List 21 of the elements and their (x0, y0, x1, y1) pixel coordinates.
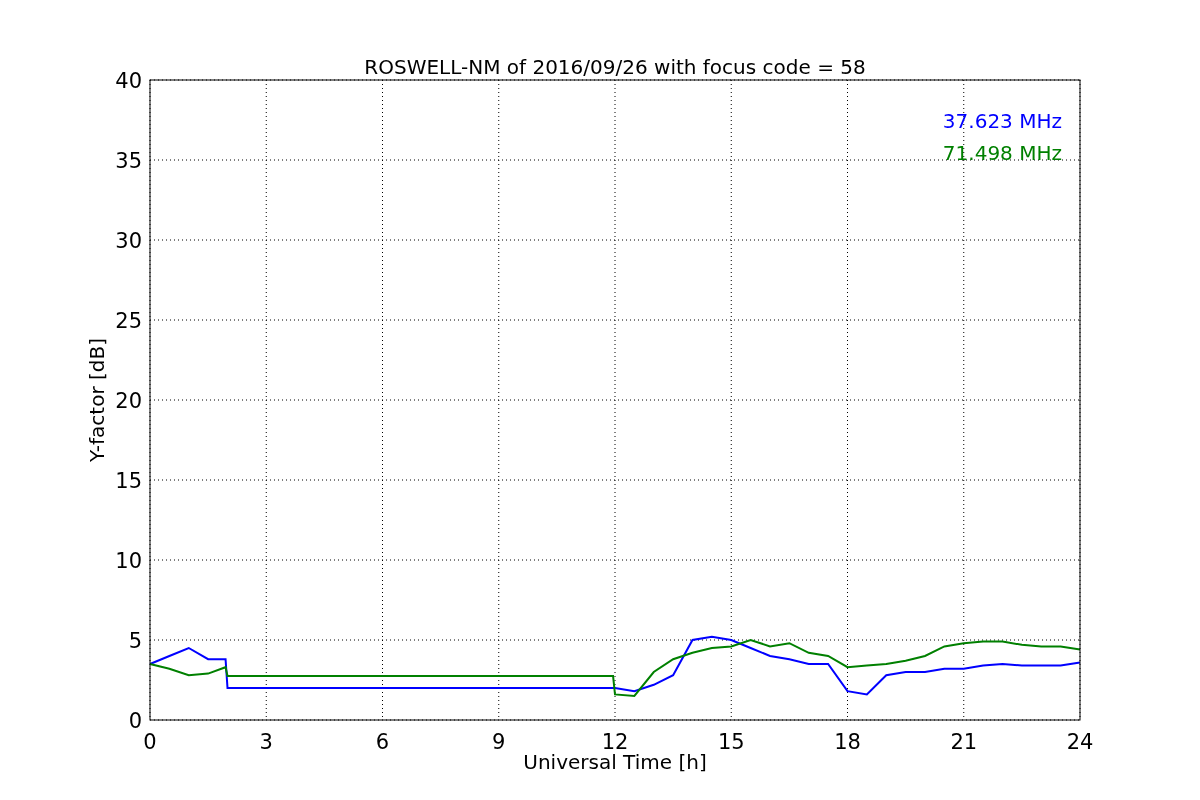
x-tick-label: 3 (259, 730, 273, 754)
y-tick-label: 35 (115, 149, 142, 173)
y-tick-label: 25 (115, 309, 142, 333)
x-tick-label: 0 (143, 730, 157, 754)
chart-title: ROSWELL-NM of 2016/09/26 with focus code = 58 (364, 55, 866, 79)
y-tick-label: 15 (115, 469, 142, 493)
x-tick-label: 6 (375, 730, 390, 754)
y-tick-label: 10 (115, 549, 142, 573)
y-axis-label: Y-factor [dB] (85, 338, 109, 462)
x-tick-label: 18 (834, 730, 861, 754)
y-tick-label: 20 (115, 389, 142, 413)
legend-label: 37.623 MHz (942, 109, 1062, 133)
y-tick-label: 0 (128, 709, 142, 733)
y-tick-label: 40 (115, 69, 142, 93)
x-tick-label: 9 (492, 730, 506, 754)
y-tick-label: 30 (115, 229, 142, 253)
x-tick-label: 24 (1066, 730, 1094, 754)
legend-label: 71.498 MHz (942, 141, 1062, 165)
x-tick-label: 21 (950, 730, 978, 754)
y-tick-label: 5 (128, 629, 142, 653)
x-tick-label: 15 (717, 730, 745, 754)
